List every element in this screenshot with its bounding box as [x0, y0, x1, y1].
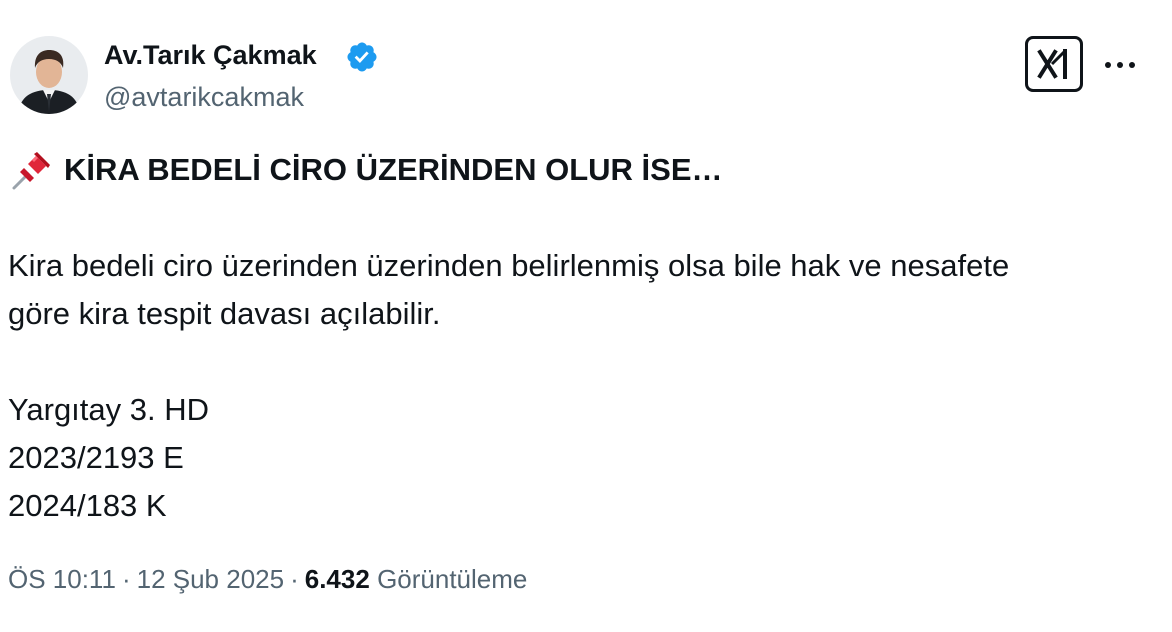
tweet-time[interactable]: ÖS 10:11 — [8, 564, 116, 594]
separator-dot: · — [121, 564, 131, 594]
reference-k-number: 2024/183 K — [8, 488, 167, 523]
tweet-headline: KİRA BEDELİ CİRO ÜZERİNDEN OLUR İSE… — [8, 146, 1158, 194]
avatar[interactable] — [10, 36, 88, 114]
tweet-date[interactable]: 12 Şub 2025 — [137, 564, 284, 594]
author-handle[interactable]: @avtarikcakmak — [104, 80, 304, 114]
display-name[interactable]: Av.Tarık Çakmak — [104, 38, 317, 72]
more-options-button[interactable] — [1100, 48, 1140, 82]
views-count: 6.432 — [304, 564, 370, 594]
paragraph-line-2: göre kira tespit davası açılabilir. — [8, 296, 441, 331]
reference-court: Yargıtay 3. HD — [8, 392, 210, 427]
paragraph-line-1: Kira bedeli ciro üzerinden üzerinden bel… — [8, 248, 1010, 283]
tweet: Av.Tarık Çakmak @avtarikcakmak KİRA BEDE… — [0, 0, 1172, 632]
more-icon — [1105, 62, 1135, 68]
grok-icon — [1037, 49, 1067, 79]
pushpin-icon — [12, 152, 50, 190]
verified-badge-icon — [345, 40, 379, 74]
tweet-text: KİRA BEDELİ CİRO ÜZERİNDEN OLUR İSE… Kir… — [8, 146, 1158, 530]
tweet-metadata: ÖS 10:11 · 12 Şub 2025 · 6.432 Görüntüleme — [8, 562, 527, 596]
headline-text: KİRA BEDELİ CİRO ÜZERİNDEN OLUR İSE… — [64, 152, 723, 187]
grok-button[interactable] — [1025, 36, 1083, 92]
reference-e-number: 2023/2193 E — [8, 440, 184, 475]
separator-dot: · — [290, 564, 299, 594]
views-label: Görüntüleme — [377, 564, 528, 594]
